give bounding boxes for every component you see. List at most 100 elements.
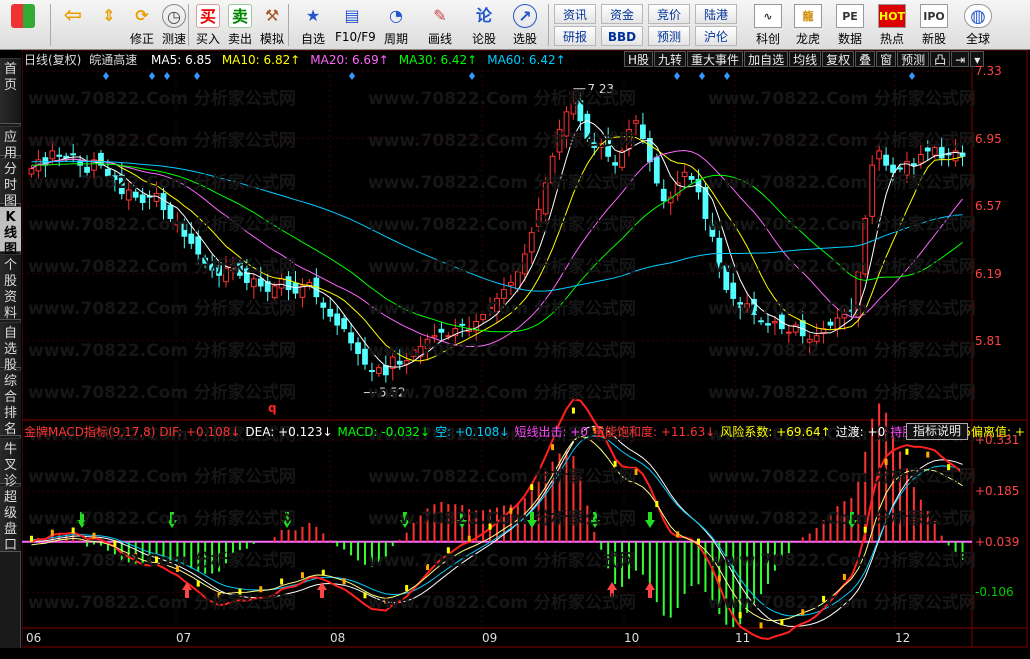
chart-toolbar-button[interactable]: 加自选 xyxy=(744,51,789,67)
buy-button[interactable]: 买买入 xyxy=(191,2,225,48)
ipo-button[interactable]: IPO 新股 xyxy=(914,2,954,48)
toolbar-label: 龙虎 xyxy=(795,32,820,46)
hot-icon: HOT xyxy=(878,4,906,28)
left-tab[interactable]: 综合排名 xyxy=(0,370,21,437)
left-tab[interactable]: K线图 xyxy=(0,206,21,257)
watermark-text: www.70822.Com 分析家公式网 xyxy=(708,341,976,361)
hot-button[interactable]: HOT 热点 xyxy=(872,2,912,48)
left-tab[interactable]: 首页 xyxy=(0,58,21,124)
left-tab[interactable]: 牛叉诊股 xyxy=(0,438,21,505)
event-diamond-icon xyxy=(469,72,475,80)
chat-button[interactable]: 论论股 xyxy=(467,2,501,48)
volume-energy-bar xyxy=(717,575,721,582)
grid-button[interactable] xyxy=(3,2,43,48)
watermark-text: www.70822.Com 分析家公式网 xyxy=(28,383,296,403)
clock-icon: ◷ xyxy=(162,4,186,28)
toolbar-small-button[interactable]: 沪伦 xyxy=(695,26,737,46)
candle-body xyxy=(257,278,264,287)
select-stock-icon: ↗ xyxy=(513,4,537,28)
ipo-icon: IPO xyxy=(920,4,948,28)
left-tab[interactable]: 自选股 xyxy=(0,322,21,373)
candle-body xyxy=(285,276,292,291)
f10-button[interactable]: ▤ F10/F9 xyxy=(335,2,376,48)
macd-indicator-value: 过渡: +0 xyxy=(835,425,886,439)
watermark-text: www.70822.Com 分析家公式网 xyxy=(28,131,296,151)
chart-toolbar-button[interactable]: 均线 xyxy=(789,51,822,67)
period-button[interactable]: ◔ 周期 xyxy=(379,2,413,48)
chart-toolbar-button[interactable]: 叠 xyxy=(855,51,876,67)
macd-indicator-value: MACD: -0.032↓ xyxy=(337,425,431,439)
chart-toolbar-button[interactable]: 窗 xyxy=(876,51,897,67)
volume-energy-bar xyxy=(92,532,96,539)
buy-icon: 买 xyxy=(196,4,220,28)
toolbar-small-button[interactable]: BBD xyxy=(601,26,643,46)
grid-icon xyxy=(11,4,35,28)
toolbar-small-button[interactable]: 陆港 xyxy=(695,4,737,24)
toolbar-small-button[interactable]: 竞价 xyxy=(648,4,690,24)
volume-energy-bar xyxy=(655,501,659,508)
chart-toolbar-button[interactable]: ⇥ xyxy=(951,51,970,67)
select-stock-button[interactable]: ↗ 选股 xyxy=(508,2,542,48)
candle-body xyxy=(508,281,514,286)
period-label[interactable]: 日线(复权) xyxy=(24,53,81,67)
chart-toolbar-button[interactable]: 凸 xyxy=(930,51,951,67)
refresh-icon: ⟳ xyxy=(135,6,149,25)
toolbar-small-button[interactable]: 预测 xyxy=(648,26,690,46)
event-diamond-icon xyxy=(149,72,155,80)
chart-toolbar-button[interactable]: H股 xyxy=(624,51,654,67)
candle-body xyxy=(772,321,778,324)
toolbar-label: 全球 xyxy=(965,32,990,46)
left-tab[interactable]: 个股资料 xyxy=(0,254,21,321)
toolbar-small-button[interactable]: 资讯 xyxy=(554,4,596,24)
dragon-button[interactable]: 龍龙虎 xyxy=(788,2,828,48)
volume-energy-bar xyxy=(196,580,200,587)
globe-button[interactable]: ◍ 全球 xyxy=(958,2,998,48)
sell-button[interactable]: 卖卖出 xyxy=(223,2,257,48)
macd-indicator-value: DEA: +0.123↓ xyxy=(245,425,333,439)
toolbar-small-button[interactable]: 资金 xyxy=(601,4,643,24)
macd-indicator-value: 空: +0.108↓ xyxy=(435,425,510,439)
candle-body xyxy=(139,194,146,203)
volume-energy-bar xyxy=(50,529,54,536)
candle-body xyxy=(327,308,334,317)
candle-body xyxy=(348,332,354,344)
chart-toolbar-button[interactable]: 九转 xyxy=(654,51,687,67)
candle-body xyxy=(334,313,341,326)
candle-body xyxy=(362,348,368,365)
pe-icon: PE xyxy=(836,4,864,28)
chart-button[interactable]: ∿ 科创 xyxy=(748,2,788,48)
candle-body xyxy=(56,154,63,157)
date-tick-label: 12 xyxy=(895,631,911,645)
candle-body xyxy=(341,318,348,330)
star-button[interactable]: ★ 自选 xyxy=(296,2,330,48)
chart-icon: ∿ xyxy=(754,4,782,28)
toolbar-label: 新股 xyxy=(921,32,946,46)
price-tick-label: 6.57 xyxy=(975,199,1002,214)
toolbar-small-button[interactable]: 研报 xyxy=(554,26,596,46)
watermark-text: www.70822.Com 分析家公式网 xyxy=(28,173,296,193)
left-tab[interactable]: 超级盘口 xyxy=(0,486,21,553)
watermark-text: www.70822.Com 分析家公式网 xyxy=(708,593,976,613)
chart-toolbar-button[interactable]: 重大事件 xyxy=(687,51,744,67)
candle-body xyxy=(911,163,917,166)
pe-button[interactable]: PE 数据 xyxy=(830,2,870,48)
pencil-button[interactable]: ✎ 画线 xyxy=(423,2,457,48)
up-down-arrows-icon: ⇕ xyxy=(102,6,116,25)
refresh-button[interactable]: ⟳ 修正 xyxy=(125,2,159,48)
back-arrow-button[interactable]: ⇦ xyxy=(56,2,90,48)
watermark-text: www.70822.Com 分析家公式网 xyxy=(368,257,636,277)
clock-button[interactable]: ◷ 测速 xyxy=(157,2,191,48)
watermark-text: www.70822.Com 分析家公式网 xyxy=(28,509,296,529)
left-tab-bar: 首页应用分时图K线图个股资料自选股综合排名牛叉诊股超级盘口 xyxy=(0,58,21,648)
sell-signal-arrow-icon xyxy=(645,582,655,598)
event-diamond-icon xyxy=(164,72,170,80)
indicator-explain-button[interactable]: 指标说明 xyxy=(906,423,968,440)
chat-icon: 论 xyxy=(475,6,492,25)
left-tab[interactable]: 应用 xyxy=(0,126,21,161)
hammer-button[interactable]: ⚒ 模拟 xyxy=(255,2,289,48)
left-tab[interactable]: 分时图 xyxy=(0,158,21,209)
watermark-text: www.70822.Com 分析家公式网 xyxy=(708,257,976,277)
chart-toolbar-button[interactable]: 复权 xyxy=(822,51,855,67)
up-down-arrows-button[interactable]: ⇕ xyxy=(92,2,126,48)
chart-toolbar-button[interactable]: 预测 xyxy=(897,51,930,67)
